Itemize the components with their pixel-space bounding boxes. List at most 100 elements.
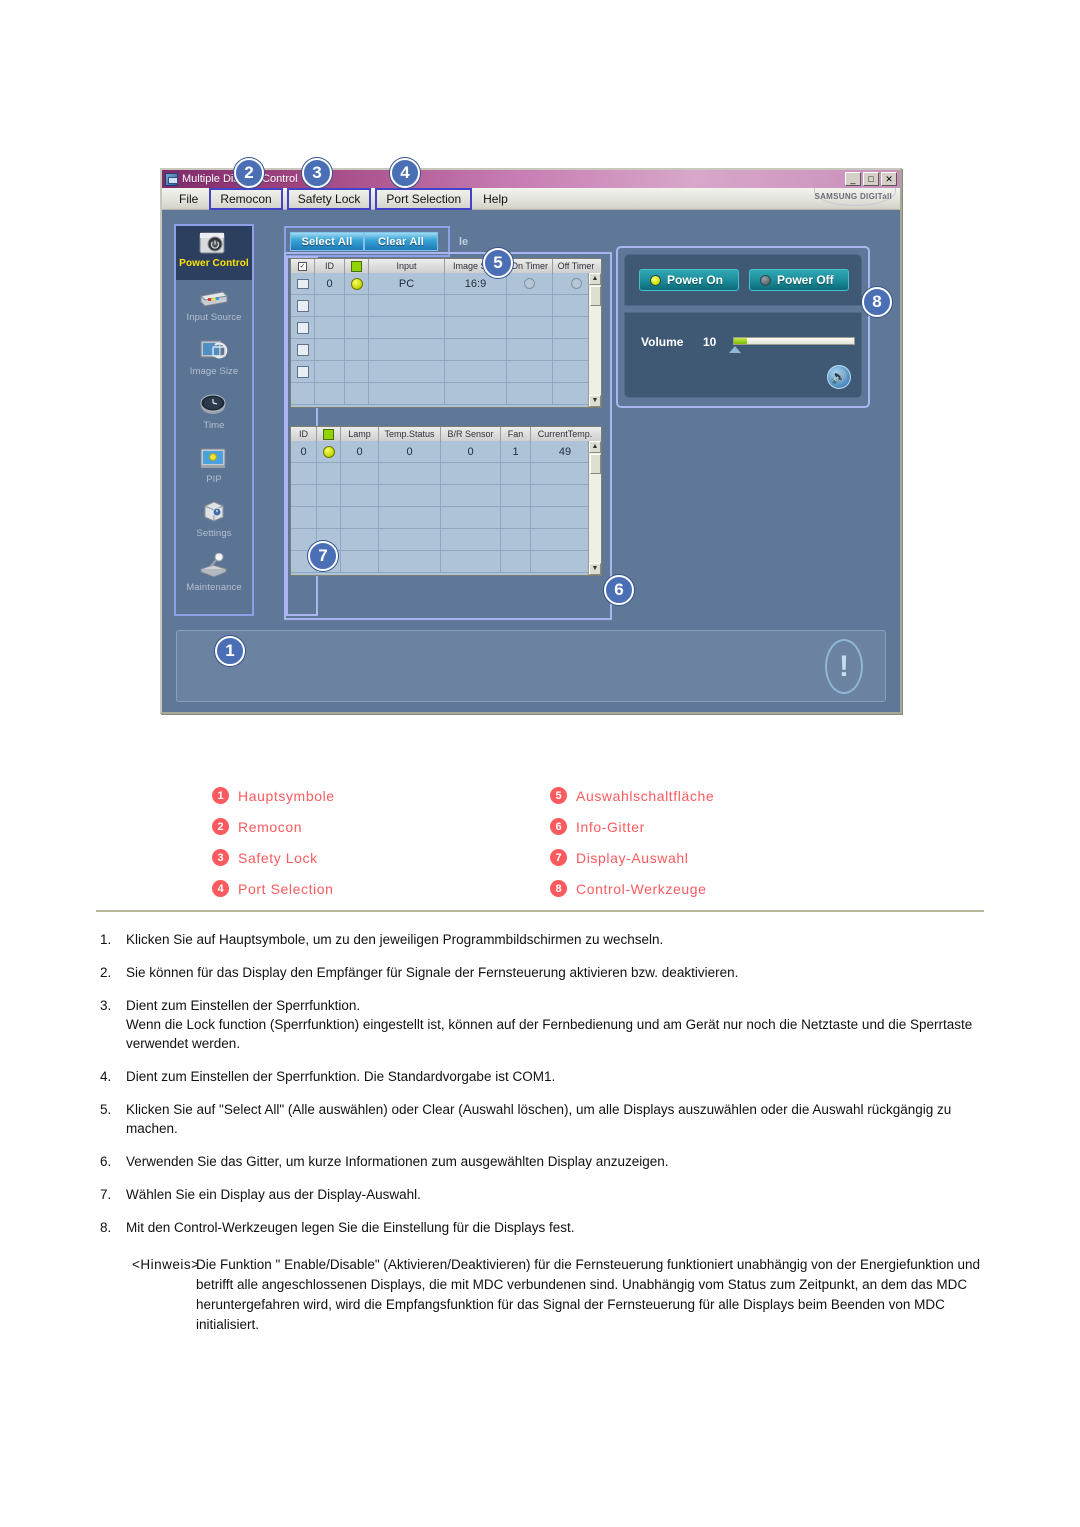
legend-label: Hauptsymbole [238, 787, 335, 804]
instruction-number: 1. [100, 932, 112, 947]
sidebar-item-time[interactable]: Time [176, 388, 252, 442]
image-size-icon [197, 337, 231, 365]
legend-number: 6 [550, 818, 567, 835]
horizontal-divider [96, 910, 984, 912]
sidebar-item-maintenance[interactable]: Maintenance [176, 550, 252, 604]
callout-1: 1 [215, 636, 245, 666]
menu-remocon[interactable]: Remocon [209, 187, 283, 210]
sidebar-item-settings[interactable]: Settings [176, 496, 252, 550]
power-off-button[interactable]: Power Off [749, 269, 849, 291]
power-off-led-icon [760, 274, 771, 286]
instruction-number: 7. [100, 1187, 112, 1202]
callout-5: 5 [483, 248, 513, 278]
power-off-label: Power Off [777, 273, 834, 287]
control-tools: Power On Power Off Volume 10 🔊 [622, 252, 864, 402]
clear-all-button[interactable]: Clear All [364, 232, 438, 251]
sidebar-item-input-source[interactable]: Input Source [176, 280, 252, 334]
row-checkbox[interactable] [291, 273, 315, 294]
scroll-up-icon[interactable]: ▲ [589, 273, 601, 285]
table-row[interactable] [291, 463, 601, 485]
table-row[interactable] [291, 383, 601, 405]
volume-slider[interactable] [733, 337, 855, 345]
volume-slider-handle[interactable] [729, 346, 741, 353]
cell-input: PC [369, 273, 445, 294]
note-block: <Hinweis> Die Funktion " Enable/Disable"… [100, 1255, 990, 1335]
legend-item: 2 Remocon [212, 811, 335, 842]
legend-item: 5 Auswahlschaltfläche [550, 780, 714, 811]
table-row[interactable]: 0 PC 16:9 [291, 273, 601, 295]
table-row[interactable] [291, 295, 601, 317]
power-on-button[interactable]: Power On [639, 269, 739, 291]
sidebar-label: Settings [196, 528, 232, 539]
legend-label: Auswahlschaltfläche [576, 787, 715, 804]
minimize-icon[interactable]: _ [845, 172, 861, 186]
clock-icon [197, 391, 231, 419]
sidebar-item-pip[interactable]: PIP [176, 442, 252, 496]
volume-label: Volume [641, 335, 684, 349]
header-br-sensor: B/R Sensor [441, 427, 501, 441]
table-row[interactable] [291, 529, 601, 551]
instruction-text: Dient zum Einstellen der Sperrfunktion. … [126, 1069, 556, 1084]
header-input: Input [369, 259, 445, 273]
note-text: Die Funktion " Enable/Disable" (Aktivier… [196, 1257, 981, 1332]
select-all-button[interactable]: Select All [290, 232, 364, 251]
close-icon[interactable]: ✕ [881, 172, 897, 186]
header-on-timer: On Timer [507, 259, 553, 273]
legend-item: 8 Control-Werkzeuge [550, 873, 714, 904]
display-grid[interactable]: ✓ ID Input Image Size On Timer Off Timer [290, 258, 602, 408]
display-grid-scrollbar[interactable]: ▲ ▼ [588, 273, 601, 407]
row-checkbox[interactable] [291, 295, 315, 316]
info-grid-header: ID Lamp Temp.Status B/R Sensor Fan Curre… [291, 427, 601, 441]
settings-cube-icon [197, 499, 231, 527]
header-id: ID [315, 259, 345, 273]
table-row[interactable] [291, 317, 601, 339]
instruction-item: 8. Mit den Control-Werkzeugen legen Sie … [100, 1218, 990, 1237]
scroll-thumb[interactable] [590, 286, 601, 306]
header-checkbox-icon[interactable]: ✓ [291, 259, 315, 273]
menu-help[interactable]: Help [474, 190, 517, 208]
brand-logo: SAMSUNG DIGITall [814, 192, 892, 201]
table-row[interactable] [291, 507, 601, 529]
menu-file[interactable]: File [170, 190, 207, 208]
app-icon [165, 172, 178, 186]
row-checkbox[interactable] [291, 361, 315, 382]
maximize-icon[interactable]: □ [863, 172, 879, 186]
table-row[interactable] [291, 339, 601, 361]
info-grid-scrollbar[interactable]: ▲ ▼ [588, 441, 601, 575]
scroll-down-icon[interactable]: ▼ [589, 563, 601, 575]
row-checkbox[interactable] [291, 383, 315, 404]
input-source-icon [197, 283, 231, 311]
legend-item: 4 Port Selection [212, 873, 335, 904]
legend-number: 7 [550, 849, 567, 866]
sidebar-item-image-size[interactable]: Image Size [176, 334, 252, 388]
menu-port-selection[interactable]: Port Selection [375, 187, 473, 210]
instruction-item: 1. Klicken Sie auf Hauptsymbole, um zu d… [100, 930, 990, 949]
speaker-icon[interactable]: 🔊 [827, 365, 851, 389]
scroll-thumb[interactable] [590, 454, 601, 474]
scroll-up-icon[interactable]: ▲ [589, 441, 601, 453]
row-checkbox[interactable] [291, 317, 315, 338]
cell-fan: 1 [501, 441, 531, 462]
table-row[interactable]: 0 0 0 0 1 49 [291, 441, 601, 463]
scroll-down-icon[interactable]: ▼ [589, 395, 601, 407]
instruction-item: 3. Dient zum Einstellen der Sperrfunktio… [100, 996, 990, 1053]
sidebar-label: Maintenance [186, 582, 242, 593]
cell-id: 0 [315, 273, 345, 294]
sidebar-item-power-control[interactable]: Power Control [176, 226, 252, 280]
header-temp-status: Temp.Status [379, 427, 441, 441]
instruction-number: 8. [100, 1220, 112, 1235]
instructions-list: 1. Klicken Sie auf Hauptsymbole, um zu d… [100, 930, 990, 1335]
legend-label: Info-Gitter [576, 818, 645, 835]
instruction-number: 5. [100, 1102, 112, 1117]
header-power-icon [317, 427, 341, 441]
table-row[interactable] [291, 361, 601, 383]
menu-safety-lock[interactable]: Safety Lock [286, 187, 372, 210]
table-row[interactable] [291, 485, 601, 507]
callout-2: 2 [234, 158, 264, 188]
power-on-label: Power On [667, 273, 724, 287]
row-checkbox[interactable] [291, 339, 315, 360]
instruction-text: Mit den Control-Werkzeugen legen Sie die… [126, 1220, 575, 1235]
legend-label: Safety Lock [238, 849, 318, 866]
display-grid-header: ✓ ID Input Image Size On Timer Off Timer [291, 259, 601, 273]
header-power-icon [345, 259, 369, 273]
